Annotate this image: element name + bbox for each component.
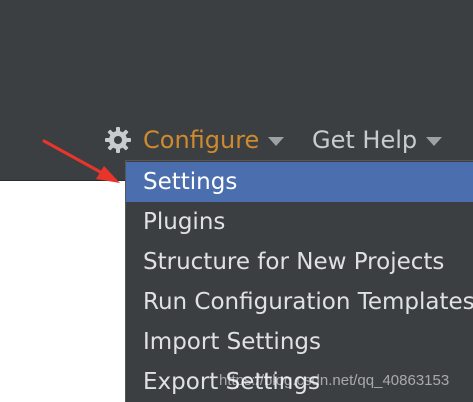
- divider: [0, 180, 127, 181]
- menu-item-label: Settings: [143, 169, 238, 195]
- chevron-down-icon: [426, 137, 443, 146]
- menu-item-plugins[interactable]: Plugins: [126, 202, 473, 242]
- menu-item-structure-for-new-projects[interactable]: Structure for New Projects: [126, 242, 473, 282]
- menu-item-import-settings[interactable]: Import Settings: [126, 322, 473, 362]
- gear-icon[interactable]: [104, 126, 132, 154]
- menu-item-label: Run Configuration Templates: [143, 289, 473, 315]
- workspace-background: [0, 181, 127, 402]
- configure-menu-button[interactable]: Configure: [143, 123, 285, 157]
- chevron-down-icon: [268, 137, 285, 146]
- welcome-toolbar: Configure Get Help: [0, 120, 473, 162]
- configure-label: Configure: [143, 126, 260, 154]
- get-help-label: Get Help: [312, 126, 418, 154]
- get-help-menu-button[interactable]: Get Help: [312, 123, 443, 157]
- configure-dropdown-menu: Settings Plugins Structure for New Proje…: [125, 160, 473, 402]
- menu-item-label: Plugins: [143, 209, 226, 235]
- menu-item-run-configuration-templates[interactable]: Run Configuration Templates: [126, 282, 473, 322]
- menu-item-label: Structure for New Projects: [143, 249, 445, 275]
- menu-item-label: Import Settings: [143, 329, 321, 355]
- menu-item-label: Export Settings: [143, 369, 320, 395]
- menu-item-settings[interactable]: Settings: [126, 162, 473, 202]
- menu-item-export-settings[interactable]: Export Settings: [126, 362, 473, 402]
